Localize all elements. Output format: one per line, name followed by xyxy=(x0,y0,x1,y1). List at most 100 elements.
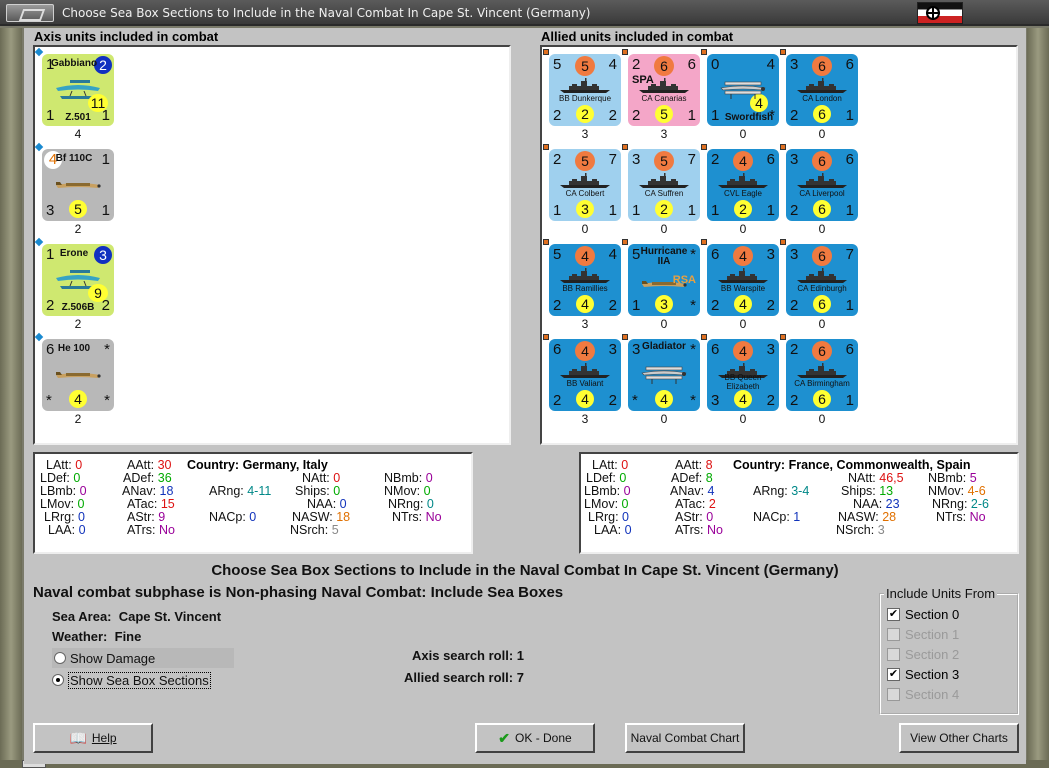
allied-nasw: NASW: 28 xyxy=(838,510,897,524)
counter-bottom-right: 1 xyxy=(845,107,854,124)
axis-lrg: LRrg: 0 xyxy=(44,510,85,524)
ok-done-button[interactable]: ✔ OK - Done xyxy=(475,723,595,753)
orange-marker-icon xyxy=(34,237,44,247)
allied-counter-bb-ramillies[interactable]: 5 4 4 2 2 4 BB Ramillies xyxy=(549,244,621,316)
counter-bottom-right: 2 xyxy=(608,297,617,314)
allied-nmov: NMov: 4-6 xyxy=(928,484,986,498)
show-sections-option[interactable]: Show Sea Box Sections xyxy=(52,670,211,690)
counter-bottom-left: * xyxy=(632,392,638,409)
allied-counter-ca-birmingham[interactable]: 2 6 6 2 1 6 CA Birmingham xyxy=(786,339,858,411)
axis-counter-erone[interactable]: 1 3 Erone 2 2 9 Z.506B xyxy=(42,244,114,316)
allied-nsrch: NSrch: 3 xyxy=(836,523,885,537)
counter-top-left: 3 xyxy=(790,246,799,263)
allied-counter-hurricane-iia[interactable]: 5 * 1 * 3 Hurricane IIA RSA xyxy=(628,244,700,316)
allied-counter-ca-london[interactable]: 3 6 6 2 1 6 CA London xyxy=(786,54,858,126)
allied-counter-bb-queen-elizabeth[interactable]: 6 3 4 3 2 4 BB Queen Elizabeth xyxy=(707,339,779,411)
counter-top-left: 6 xyxy=(711,246,720,263)
counter-name: Erone xyxy=(59,248,89,259)
axis-units-pane[interactable]: 1 2 Gabbiano 1 1 11 Z.501 4 4 1 Bf 110C 3 1 5 2 1 3 Erone… xyxy=(33,45,511,445)
axis-natt: NAtt: 0 xyxy=(302,471,341,485)
orange-marker-icon xyxy=(34,332,44,342)
counter-bottom-left: 1 xyxy=(711,202,720,219)
allied-counter-swordfish[interactable]: 0 4 1 * 4 Swordfish xyxy=(707,54,779,126)
allied-counter-gladiator[interactable]: 3 * * * 4 Gladiator xyxy=(628,339,700,411)
window-menu-button[interactable] xyxy=(6,4,54,22)
counter-name: CA Liverpool xyxy=(799,189,845,198)
help-button[interactable]: 📖 Help xyxy=(33,723,153,753)
counter-attack-circle: 4 xyxy=(733,341,753,361)
naval-combat-chart-button[interactable]: Naval Combat Chart xyxy=(625,723,745,753)
counter-bottom-left: 2 xyxy=(790,392,799,409)
axis-latt: LAtt: 0 xyxy=(46,458,83,472)
counter-movement-circle: 4 xyxy=(655,390,673,408)
allied-counter-count: 0 xyxy=(818,317,826,331)
counter-movement-circle: 4 xyxy=(734,390,752,408)
axis-nrng: NRng: 0 xyxy=(388,497,434,511)
orange-marker-icon xyxy=(701,49,707,55)
section-1-option: Section 1 xyxy=(887,625,959,643)
allied-adef: ADef: 8 xyxy=(671,471,713,485)
allied-counter-cvl-eagle[interactable]: 2 6 4 1 1 2 CVL Eagle xyxy=(707,149,779,221)
counter-movement-circle: 5 xyxy=(655,105,673,123)
section-4-checkbox xyxy=(887,687,900,701)
orange-marker-icon xyxy=(543,144,549,150)
counter-attack-circle: 6 xyxy=(654,56,674,76)
counter-movement-circle: 6 xyxy=(813,105,831,123)
allied-natt: NAtt: 46,5 xyxy=(848,471,904,485)
chart-label: Naval Combat Chart xyxy=(630,731,740,745)
counter-movement-circle: 6 xyxy=(813,295,831,313)
allied-stats-panel: LAtt: 0 LDef: 0 LBmb: 0 LMov: 0 LRrg: 0 … xyxy=(579,452,1019,554)
axis-counter-bf-110c[interactable]: 4 1 Bf 110C 3 1 5 xyxy=(42,149,114,221)
section-4-label: Section 4 xyxy=(905,686,960,702)
counter-subtitle: Z.506B xyxy=(61,302,95,313)
window-title: Choose Sea Box Sections to Include in th… xyxy=(62,6,591,20)
show-damage-option[interactable]: Show Damage xyxy=(52,648,234,668)
counter-bottom-right: 1 xyxy=(845,202,854,219)
allied-units-pane[interactable]: 5 4 5 2 2 2 BB Dunkerque 3 2 6 6 2 1 5 CA Canarias SPA 3… xyxy=(540,45,1018,445)
counter-bottom-left: 2 xyxy=(553,297,562,314)
book-icon: 📖 xyxy=(69,729,87,746)
orange-marker-icon xyxy=(543,239,549,245)
section-0-option[interactable]: ✔ Section 0 xyxy=(887,605,959,623)
axis-anav: ANav: 18 xyxy=(122,484,174,498)
counter-top-left: 2 xyxy=(790,341,799,358)
allied-counter-ca-canarias[interactable]: 2 6 6 2 1 5 CA Canarias SPA xyxy=(628,54,700,126)
show-damage-radio[interactable] xyxy=(54,652,66,664)
allied-counter-ca-colbert[interactable]: 2 7 5 1 1 3 CA Colbert xyxy=(549,149,621,221)
allied-counter-bb-dunkerque[interactable]: 5 4 5 2 2 2 BB Dunkerque xyxy=(549,54,621,126)
section-1-checkbox xyxy=(887,627,900,641)
section-0-checkbox[interactable]: ✔ xyxy=(887,607,900,621)
sea-area: Sea Area: Cape St. Vincent xyxy=(52,609,222,624)
orange-marker-icon xyxy=(780,239,786,245)
counter-top-right: 4 xyxy=(608,56,617,73)
title-bar[interactable]: Choose Sea Box Sections to Include in th… xyxy=(0,0,1049,26)
view-other-charts-button[interactable]: View Other Charts xyxy=(899,723,1019,753)
axis-astr: AStr: 9 xyxy=(127,510,166,524)
allied-counter-bb-warspite[interactable]: 6 3 4 2 2 4 BB Warspite xyxy=(707,244,779,316)
allied-nbmb: NBmb: 5 xyxy=(928,471,977,485)
allied-counter-ca-liverpool[interactable]: 3 6 6 2 1 6 CA Liverpool xyxy=(786,149,858,221)
counter-top-right: 6 xyxy=(687,56,696,73)
allied-astr: AStr: 0 xyxy=(675,510,714,524)
counter-bottom-right: 1 xyxy=(687,107,696,124)
section-3-option[interactable]: ✔ Section 3 xyxy=(887,665,959,683)
axis-counter-count: 4 xyxy=(74,127,82,141)
counter-bottom-left: 1 xyxy=(553,202,562,219)
show-sections-radio[interactable] xyxy=(52,674,64,686)
allied-counter-count: 0 xyxy=(581,222,589,236)
allied-counter-bb-valiant[interactable]: 6 3 4 2 2 4 BB Valiant xyxy=(549,339,621,411)
axis-arng: ARng: 4-11 xyxy=(209,484,272,498)
axis-counter-gabbiano[interactable]: 1 2 Gabbiano 1 1 11 Z.501 xyxy=(42,54,114,126)
counter-top-right: 7 xyxy=(845,246,854,263)
counter-center-value: 5 xyxy=(69,200,87,218)
counter-top-right: 3 xyxy=(766,246,775,263)
section-3-checkbox[interactable]: ✔ xyxy=(887,667,900,681)
orange-marker-icon xyxy=(622,49,628,55)
orange-marker-icon xyxy=(622,144,628,150)
counter-bottom-left: 3 xyxy=(711,392,720,409)
allied-counter-ca-edinburgh[interactable]: 3 7 6 2 1 6 CA Edinburgh xyxy=(786,244,858,316)
allied-counter-ca-suffren[interactable]: 3 7 5 1 1 2 CA Suffren xyxy=(628,149,700,221)
axis-counter-he-100[interactable]: 6 * He 100 * * 4 xyxy=(42,339,114,411)
counter-bottom-left: * xyxy=(46,392,52,409)
allied-counter-count: 0 xyxy=(739,222,747,236)
